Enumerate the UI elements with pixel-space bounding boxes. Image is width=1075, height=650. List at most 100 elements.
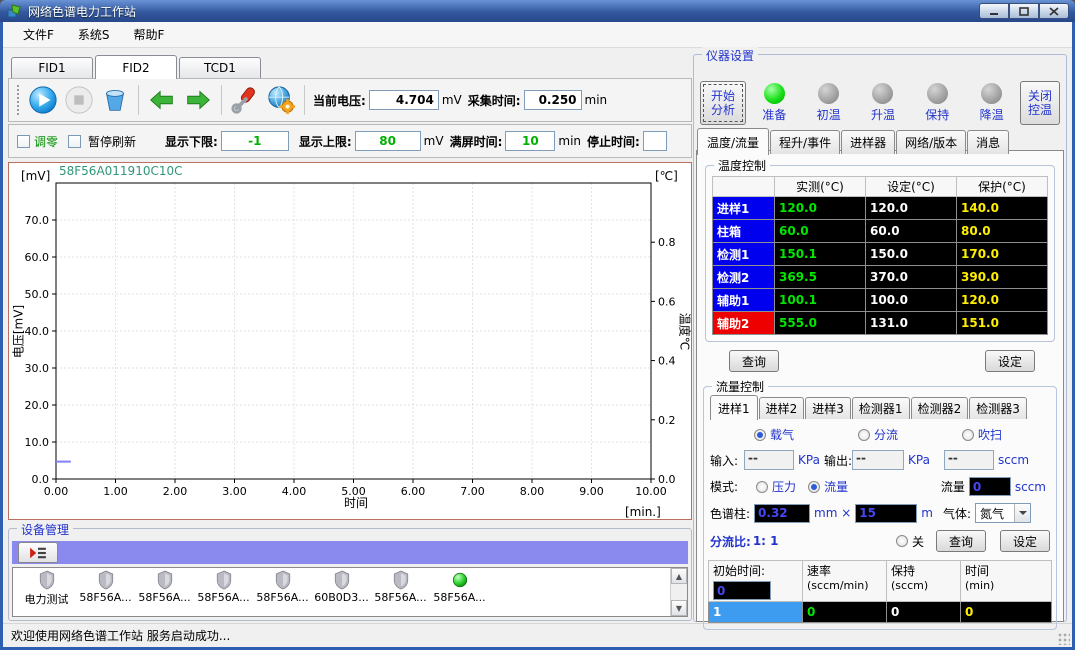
- upper-limit-field[interactable]: 80: [355, 131, 421, 151]
- start-analysis-button[interactable]: 开始 分析: [700, 81, 746, 125]
- purge-flow-field[interactable]: --: [944, 450, 994, 470]
- play-list-icon: [27, 546, 49, 560]
- tab-fid1[interactable]: FID1: [11, 57, 93, 78]
- lower-limit-field[interactable]: -1: [221, 131, 289, 151]
- tab-inlet1[interactable]: 进样1: [710, 395, 758, 420]
- column-diameter-field[interactable]: 0.32: [754, 504, 810, 523]
- gas-type-radio-row: 载气 分流 吹扫: [710, 426, 1050, 443]
- tab-fid2[interactable]: FID2: [95, 55, 177, 79]
- network-settings-button[interactable]: [263, 82, 299, 118]
- online-orb-icon: [451, 570, 469, 590]
- chevron-down-icon[interactable]: [1014, 504, 1030, 522]
- pressure-mode-radio[interactable]: [756, 481, 768, 493]
- x-axis-unit-label: [min.]: [625, 505, 661, 519]
- tab-messages[interactable]: 消息: [967, 130, 1009, 154]
- resize-grip[interactable]: [1058, 633, 1070, 645]
- undo-button[interactable]: [144, 82, 180, 118]
- gas-label: 气体:: [943, 505, 971, 522]
- close-temp-control-button[interactable]: 关闭 控温: [1020, 81, 1060, 125]
- menu-system[interactable]: 系统S: [66, 22, 122, 47]
- start-run-button[interactable]: [25, 82, 61, 118]
- close-button[interactable]: [1039, 3, 1069, 19]
- redo-button[interactable]: [180, 82, 216, 118]
- temperature-control-group: 温度控制 实测(°C) 设定(°C) 保护(°C) 进样1 120.: [705, 165, 1055, 342]
- tab-detector3[interactable]: 检测器3: [969, 397, 1027, 419]
- table-row[interactable]: 辅助2 555.0 131.0 151.0: [713, 312, 1048, 335]
- temperature-control-title: 温度控制: [714, 157, 770, 174]
- split-radio[interactable]: [858, 429, 870, 441]
- svg-text:70.0: 70.0: [25, 214, 50, 227]
- device-list-button[interactable]: [18, 542, 58, 563]
- table-row[interactable]: 检测1 150.1 150.0 170.0: [713, 243, 1048, 266]
- column-length-field[interactable]: 15: [855, 504, 917, 523]
- carrier-gas-radio[interactable]: [754, 429, 766, 441]
- indicator-ready: 准备: [748, 83, 800, 123]
- current-voltage-field[interactable]: 4.704: [369, 90, 439, 110]
- tab-inlet3[interactable]: 进样3: [805, 397, 851, 419]
- scroll-up-icon[interactable]: ▲: [671, 568, 687, 584]
- device-item[interactable]: 58F56A...: [253, 570, 312, 604]
- device-item[interactable]: 电力测试: [17, 570, 76, 607]
- tab-program-events[interactable]: 程升/事件: [770, 130, 840, 154]
- table-row[interactable]: 柱箱 60.0 60.0 80.0: [713, 220, 1048, 243]
- flow-query-button[interactable]: 查询: [936, 530, 986, 552]
- initial-time-field[interactable]: 0: [713, 581, 771, 600]
- tab-detector2[interactable]: 检测器2: [911, 397, 969, 419]
- purge-radio[interactable]: [962, 429, 974, 441]
- device-list-scrollbar[interactable]: ▲ ▼: [670, 568, 687, 616]
- device-item[interactable]: 58F56A...: [135, 570, 194, 604]
- flow-value-label: 流量: [941, 478, 965, 495]
- device-item[interactable]: 60B0D3...: [312, 570, 371, 604]
- clear-data-button[interactable]: [97, 82, 133, 118]
- output-pressure-field[interactable]: --: [852, 450, 904, 470]
- table-row[interactable]: 辅助1 100.1 100.0 120.0: [713, 289, 1048, 312]
- device-item[interactable]: 58F56A...: [76, 570, 135, 604]
- tab-injector[interactable]: 进样器: [841, 130, 895, 154]
- table-row[interactable]: 进样1 120.0 120.0 140.0: [713, 197, 1048, 220]
- device-item[interactable]: 58F56A...: [194, 570, 253, 604]
- initial-temp-status-icon: [818, 83, 839, 104]
- table-row[interactable]: 检测2 369.5 370.0 390.0: [713, 266, 1048, 289]
- fullscreen-time-field[interactable]: 10: [505, 131, 555, 151]
- tab-tcd1[interactable]: TCD1: [179, 57, 261, 78]
- tab-temperature-flow[interactable]: 温度/流量: [697, 128, 769, 155]
- temperature-set-button[interactable]: 设定: [985, 350, 1035, 372]
- program-row[interactable]: 1 0 0 0: [709, 602, 1052, 623]
- svg-text:30.0: 30.0: [25, 362, 50, 375]
- gas-select[interactable]: 氮气: [975, 503, 1031, 523]
- stop-run-button[interactable]: [61, 82, 97, 118]
- maximize-button[interactable]: [1009, 3, 1039, 19]
- svg-text:0.4: 0.4: [658, 355, 676, 368]
- toolbar-grip[interactable]: [17, 85, 21, 115]
- tab-inlet2[interactable]: 进样2: [759, 397, 805, 419]
- pause-refresh-checkbox[interactable]: [68, 135, 81, 148]
- temperature-table: 实测(°C) 设定(°C) 保护(°C) 进样1 120.0 120.0 140…: [712, 176, 1048, 335]
- device-item[interactable]: 58F56A...: [430, 570, 489, 604]
- flow-mode-radio[interactable]: [808, 481, 820, 493]
- flow-value-field[interactable]: 0: [969, 477, 1011, 496]
- input-pressure-field[interactable]: --: [744, 450, 794, 470]
- device-item[interactable]: 58F56A...: [371, 570, 430, 604]
- device-icon: [333, 570, 351, 590]
- detector-tab-bar: FID1 FID2 TCD1: [11, 55, 263, 78]
- scroll-down-icon[interactable]: ▼: [671, 600, 687, 616]
- minimize-button[interactable]: [979, 3, 1009, 19]
- instrument-settings-title: 仪器设置: [702, 47, 758, 64]
- menu-bar: 文件F 系统S 帮助F: [3, 22, 1072, 48]
- tab-network-version[interactable]: 网络/版本: [896, 130, 966, 154]
- menu-file[interactable]: 文件F: [11, 22, 66, 47]
- tab-detector1[interactable]: 检测器1: [852, 397, 910, 419]
- voltage-unit: mV: [442, 93, 462, 107]
- svg-text:60.0: 60.0: [25, 251, 50, 264]
- acquisition-time-field[interactable]: 0.250: [524, 90, 582, 110]
- device-icon: [215, 570, 233, 590]
- split-off-radio[interactable]: [896, 535, 908, 547]
- flow-set-button[interactable]: 设定: [1000, 530, 1050, 552]
- toolbar-separator: [221, 85, 222, 115]
- menu-help[interactable]: 帮助F: [122, 22, 177, 47]
- config-tools-button[interactable]: [227, 82, 263, 118]
- instrument-tab-bar: 温度/流量 程升/事件 进样器 网络/版本 消息: [697, 128, 1010, 154]
- temperature-query-button[interactable]: 查询: [729, 350, 779, 372]
- zero-checkbox[interactable]: [17, 135, 30, 148]
- stop-time-field[interactable]: [643, 131, 667, 151]
